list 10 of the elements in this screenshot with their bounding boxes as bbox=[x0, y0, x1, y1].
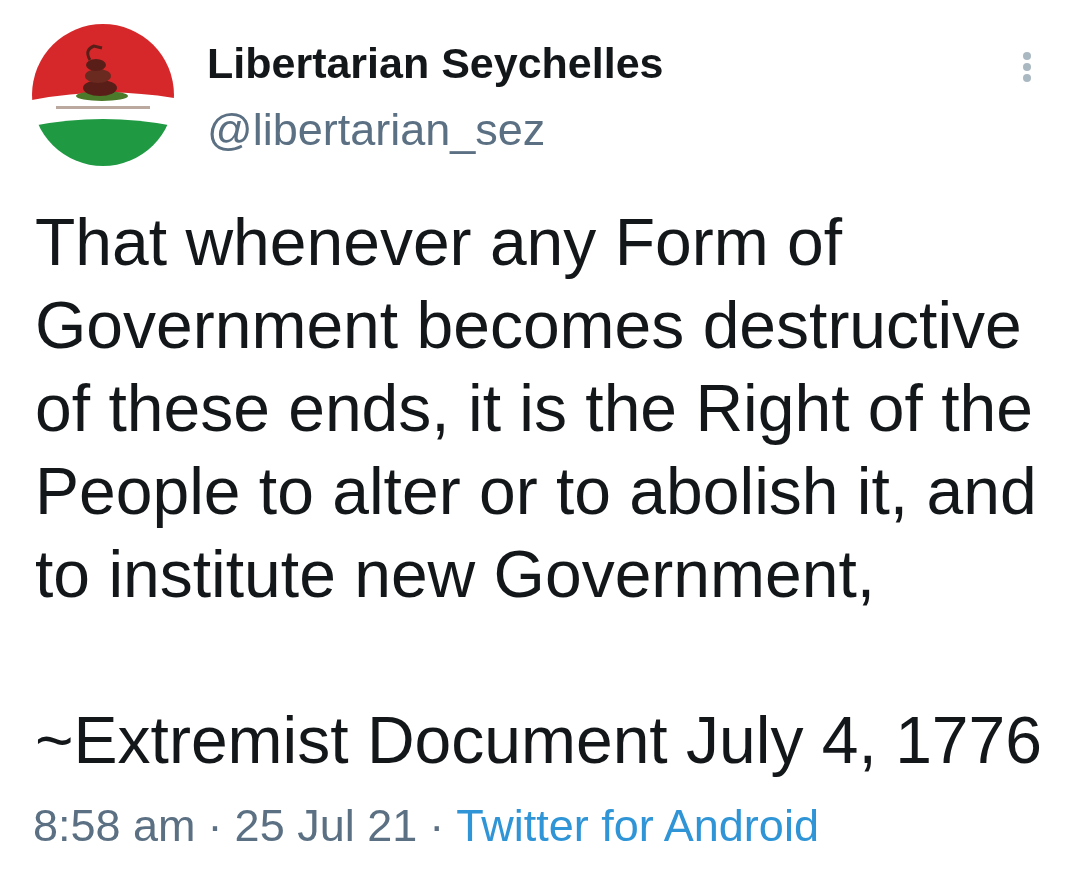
meta-text: 8:58 am bbox=[33, 802, 196, 850]
signature-text: ~Extremist Document July 4, 1776 bbox=[35, 702, 1043, 779]
author-handle[interactable]: @libertarian_sez bbox=[207, 106, 1022, 154]
tweet-text: That whenever any Form of Government becomes destructive of these ends, it is the Right of the People to alter or to abolish it, and to institute new Government, bbox=[35, 204, 1038, 613]
source-link[interactable]: Twitter for Android bbox=[456, 802, 819, 850]
meta-text: 25 Jul 21 bbox=[234, 802, 418, 850]
author-name[interactable]: Libertarian Seychelles bbox=[207, 39, 1022, 87]
avatar-drawing[interactable] bbox=[32, 24, 174, 166]
separator-dot: · bbox=[429, 802, 445, 850]
separator-dot: · bbox=[207, 802, 223, 850]
